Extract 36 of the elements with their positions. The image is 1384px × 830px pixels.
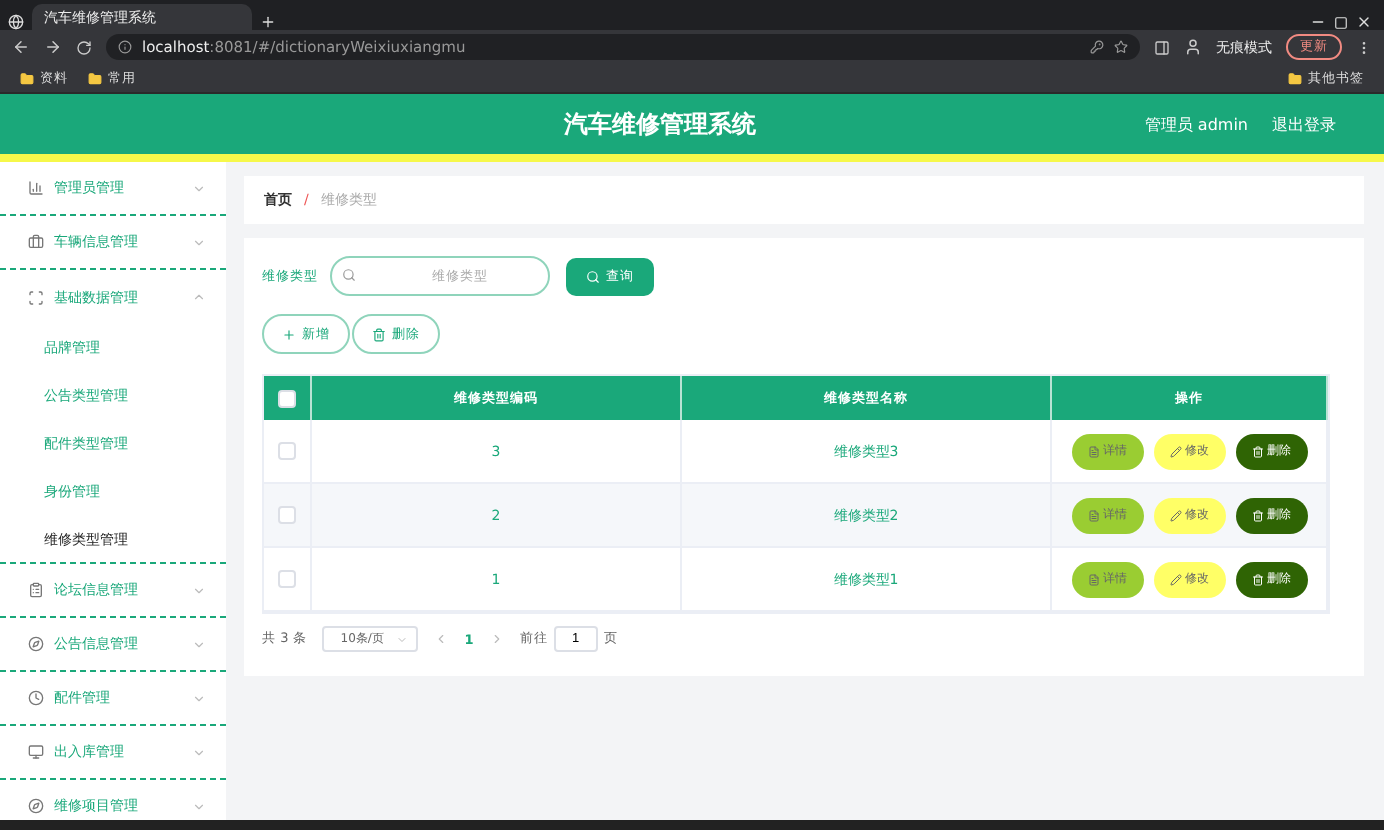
folder-icon [20,71,34,85]
checkbox[interactable] [278,506,296,524]
profile-icon[interactable] [1184,38,1202,56]
back-icon[interactable] [12,38,30,56]
search-icon [586,269,600,283]
plus-icon [282,327,296,341]
pencil-icon [1169,509,1181,521]
reload-icon[interactable] [76,39,92,55]
app-title: 汽车维修管理系统 [562,107,759,141]
maximize-icon[interactable] [1334,16,1348,30]
close-icon[interactable] [1356,14,1372,30]
logout-link[interactable]: 退出登录 [1272,113,1336,135]
document-icon [1087,445,1099,457]
search-icon [342,268,356,282]
sidebar-icon[interactable] [1154,39,1170,55]
globe-icon [8,14,24,30]
pencil-icon [1169,445,1181,457]
trash-icon [1251,445,1263,457]
document-icon [1087,509,1099,521]
chevron-icon [396,633,409,645]
checkbox[interactable] [278,389,296,407]
folder-icon [88,71,102,85]
star-icon[interactable] [1114,40,1128,54]
trash-icon [1251,509,1263,521]
forward-icon[interactable] [44,38,62,56]
pencil-icon [1169,573,1181,585]
folder-icon [1288,71,1302,85]
checkbox[interactable] [278,442,296,460]
document-icon [1087,573,1099,585]
user-label: 管理员 admin [1144,113,1248,135]
trash-icon [1251,573,1263,585]
checkbox[interactable] [278,570,296,588]
info-icon [118,40,132,54]
key-icon[interactable] [1090,40,1104,54]
new-tab-icon[interactable] [260,14,276,30]
trash-icon [372,327,386,341]
